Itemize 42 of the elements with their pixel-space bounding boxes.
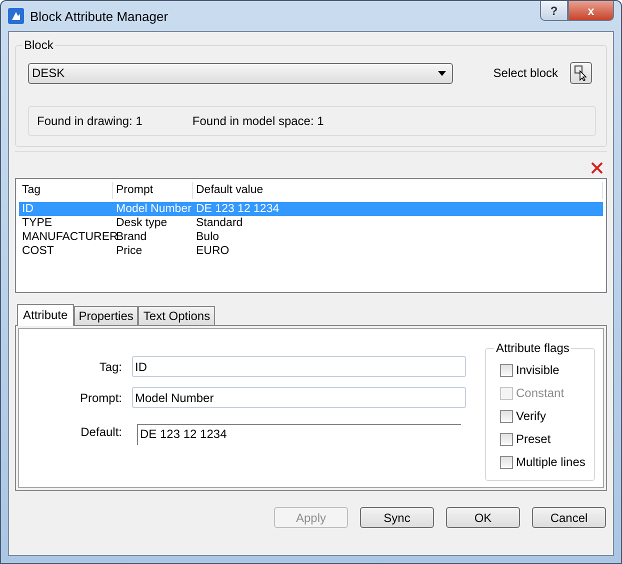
dialog-button[interactable]: OK: [446, 507, 520, 528]
input-field[interactable]: ID: [132, 356, 466, 377]
table-cell[interactable]: COST: [19, 244, 113, 258]
select-block-label: Select block: [493, 66, 558, 80]
select-block-button[interactable]: [570, 62, 592, 84]
dropdown-arrow-icon: [438, 70, 446, 76]
column-header[interactable]: Tag: [19, 182, 113, 199]
tab[interactable]: Text Options: [138, 306, 216, 326]
delete-icon[interactable]: [591, 162, 603, 174]
tab[interactable]: Properties: [74, 306, 138, 326]
checkbox-label: Constant: [516, 386, 564, 400]
table-cell[interactable]: TYPE: [19, 216, 113, 230]
checkbox[interactable]: [500, 456, 513, 468]
found-in-model-space: Found in model space: 1: [192, 114, 324, 128]
app-logo-icon: [8, 8, 24, 24]
block-dropdown[interactable]: DESK: [28, 62, 453, 84]
default-field[interactable]: DE 123 12 1234: [137, 424, 461, 445]
close-button[interactable]: x: [568, 1, 614, 21]
help-button[interactable]: ?: [540, 1, 568, 21]
found-in-drawing: Found in drawing: 1: [37, 114, 142, 128]
window-title: Block Attribute Manager: [30, 8, 170, 24]
group-label: Block: [23, 38, 54, 52]
checkbox[interactable]: [500, 364, 513, 376]
field-label: Prompt:: [78, 390, 123, 404]
checkbox[interactable]: [500, 410, 513, 422]
field-label: Tag:: [98, 360, 123, 374]
checkbox-label: Preset: [516, 432, 551, 446]
group-label: Attribute flags: [495, 341, 570, 355]
checkbox-label: Multiple lines: [516, 455, 586, 469]
table-cell[interactable]: Bulo: [193, 230, 603, 244]
table-cell[interactable]: EURO: [193, 244, 603, 258]
field-label: Default:: [80, 424, 123, 438]
dialog-button[interactable]: Sync: [360, 507, 434, 528]
table-cell[interactable]: Standard: [193, 216, 603, 230]
table-cell[interactable]: Desk type: [113, 216, 193, 230]
checkbox[interactable]: [500, 432, 513, 446]
table-cell[interactable]: Price: [113, 244, 193, 258]
checkbox-label: Verify: [516, 409, 546, 423]
dialog-button[interactable]: Cancel: [532, 507, 606, 528]
input-field[interactable]: Model Number: [132, 387, 466, 408]
tab[interactable]: Attribute: [17, 304, 74, 326]
checkbox-label: Invisible: [516, 363, 560, 377]
